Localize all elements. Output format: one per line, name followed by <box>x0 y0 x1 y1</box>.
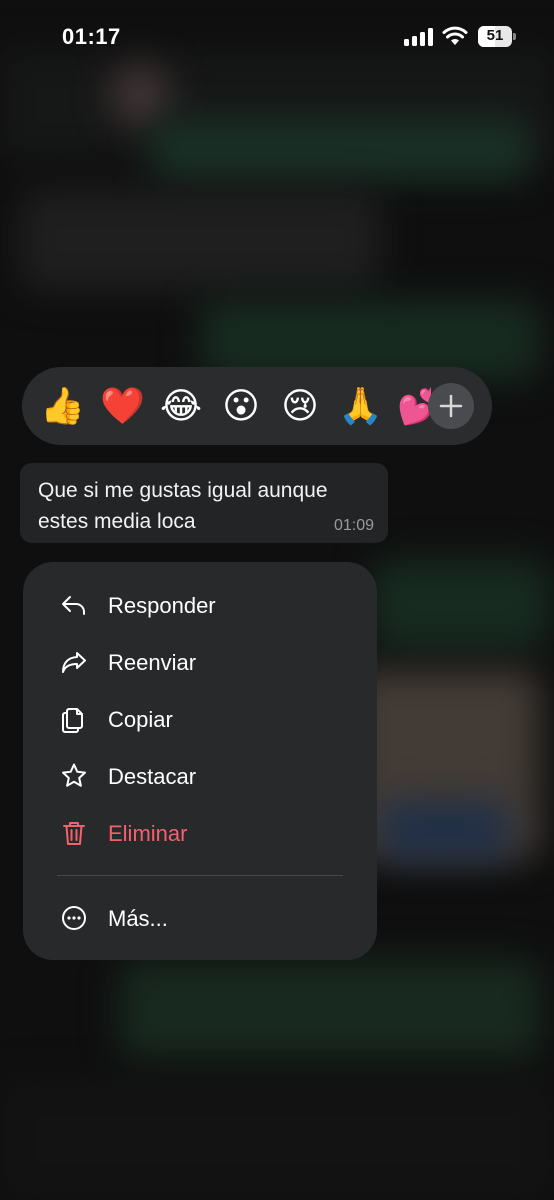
reply-icon <box>62 596 85 615</box>
reaction-cry[interactable]: 😢 <box>278 384 322 428</box>
reaction-heart[interactable]: ❤️ <box>100 384 145 428</box>
reaction-laugh[interactable]: 😂 <box>159 384 203 428</box>
menu-label-forward: Reenviar <box>108 650 197 675</box>
menu-label-reply: Responder <box>108 593 216 618</box>
status-bar: 01:17 51 <box>0 0 554 80</box>
message-time: 01:09 <box>333 517 374 534</box>
battery-level: 51 <box>486 27 504 44</box>
menu-item-forward[interactable]: Reenviar <box>23 637 377 687</box>
message-bubble: Que si me gustas igual aunque estes medi… <box>20 463 388 543</box>
message-context-menu: Responder Reenviar Copiar Destacar Elimi… <box>23 562 377 960</box>
trash-icon <box>63 822 85 845</box>
copy-icon <box>62 708 83 733</box>
forward-icon <box>62 652 86 673</box>
reaction-hearts[interactable]: 💕 <box>397 384 431 428</box>
menu-item-copy[interactable]: Copiar <box>23 694 377 744</box>
menu-item-reply[interactable]: Responder <box>23 580 377 630</box>
wifi-icon <box>442 26 468 45</box>
plus-icon <box>439 394 463 418</box>
message-text: Que si me gustas igual aunque estes medi… <box>38 479 328 533</box>
menu-item-star[interactable]: Destacar <box>23 751 377 801</box>
reaction-thumbs-up[interactable]: 👍 <box>40 384 85 428</box>
battery-icon: 51 <box>478 26 516 47</box>
menu-label-copy: Copiar <box>108 707 173 732</box>
status-time: 01:17 <box>62 24 121 49</box>
menu-divider <box>57 875 343 876</box>
reaction-bar: 👍 ❤️ 😂 😮 😢 🙏 💕 <box>22 367 492 445</box>
cellular-signal-icon <box>404 28 434 46</box>
menu-label-star: Destacar <box>108 764 197 789</box>
menu-item-more[interactable]: Más... <box>23 893 377 943</box>
menu-item-delete[interactable]: Eliminar <box>23 808 377 858</box>
menu-label-more: Más... <box>108 906 168 931</box>
add-reaction-button[interactable] <box>428 383 474 429</box>
star-icon <box>62 763 86 787</box>
reaction-surprised[interactable]: 😮 <box>219 384 263 428</box>
menu-label-delete: Eliminar <box>108 821 188 846</box>
more-icon <box>62 906 86 930</box>
reaction-pray[interactable]: 🙏 <box>338 384 383 428</box>
